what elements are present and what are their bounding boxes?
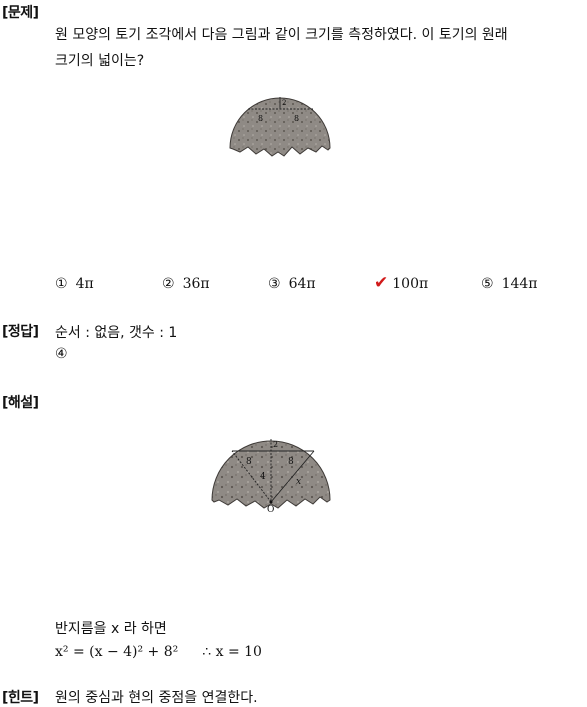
exp-fig-label-d: 4	[260, 472, 266, 482]
hint-section-label: [힌트]	[2, 690, 39, 706]
choice-1-value: 4π	[75, 276, 94, 292]
choice-1-number: ①	[55, 276, 68, 292]
choice-2-value: 36π	[182, 276, 210, 292]
explanation-equation: x² = (x − 4)² + 8² ∴ x = 10	[55, 644, 262, 660]
choice-3-value: 64π	[288, 276, 316, 292]
hint-text: 원의 중심과 현의 중점을 연결한다.	[55, 690, 258, 706]
explanation-section-label: [해설]	[2, 395, 39, 411]
choice-1[interactable]: ① 4π	[55, 276, 94, 292]
problem-section-label: [문제]	[2, 5, 39, 21]
choice-5[interactable]: ⑤ 144π	[481, 276, 538, 292]
problem-text-line1: 원 모양의 토기 조각에서 다음 그림과 같이 크기를 측정하였다. 이 토기의…	[55, 27, 508, 43]
exp-fig-label-b: 8	[288, 457, 294, 467]
answer-line2: ④	[55, 346, 68, 362]
problem-text-line2: 크기의 넓이는?	[55, 53, 145, 69]
fig-label-b: 8	[294, 114, 299, 123]
choice-5-value: 144π	[501, 276, 538, 292]
choice-5-number: ⑤	[481, 276, 494, 292]
answer-section-label: [정답]	[2, 324, 39, 340]
explanation-figure: 8 8 2 4 x O	[211, 439, 331, 514]
choice-4[interactable]: ✔ 100π	[374, 273, 428, 293]
choice-3[interactable]: ③ 64π	[268, 276, 316, 292]
fig-label-c: 2	[282, 99, 286, 107]
pottery-fragment-figure: 8 8 2	[229, 97, 331, 157]
choice-4-value: 100π	[392, 276, 429, 292]
equation-text: x² = (x − 4)² + 8²	[55, 644, 179, 660]
checkmark-icon: ✔	[374, 273, 389, 293]
explanation-line1: 반지름을 x 라 하면	[55, 621, 167, 637]
choice-3-number: ③	[268, 276, 281, 292]
exp-fig-label-c: 2	[273, 440, 278, 449]
center-point	[269, 500, 273, 504]
choice-2[interactable]: ② 36π	[162, 276, 210, 292]
exp-fig-label-x: x	[296, 477, 301, 487]
exp-fig-label-a: 8	[246, 457, 252, 467]
fig-label-a: 8	[258, 114, 263, 123]
therefore-text: ∴ x = 10	[202, 644, 262, 660]
exp-fig-label-o: O	[267, 505, 274, 514]
choice-2-number: ②	[162, 276, 175, 292]
answer-line1: 순서 : 없음, 갯수 : 1	[55, 325, 178, 341]
